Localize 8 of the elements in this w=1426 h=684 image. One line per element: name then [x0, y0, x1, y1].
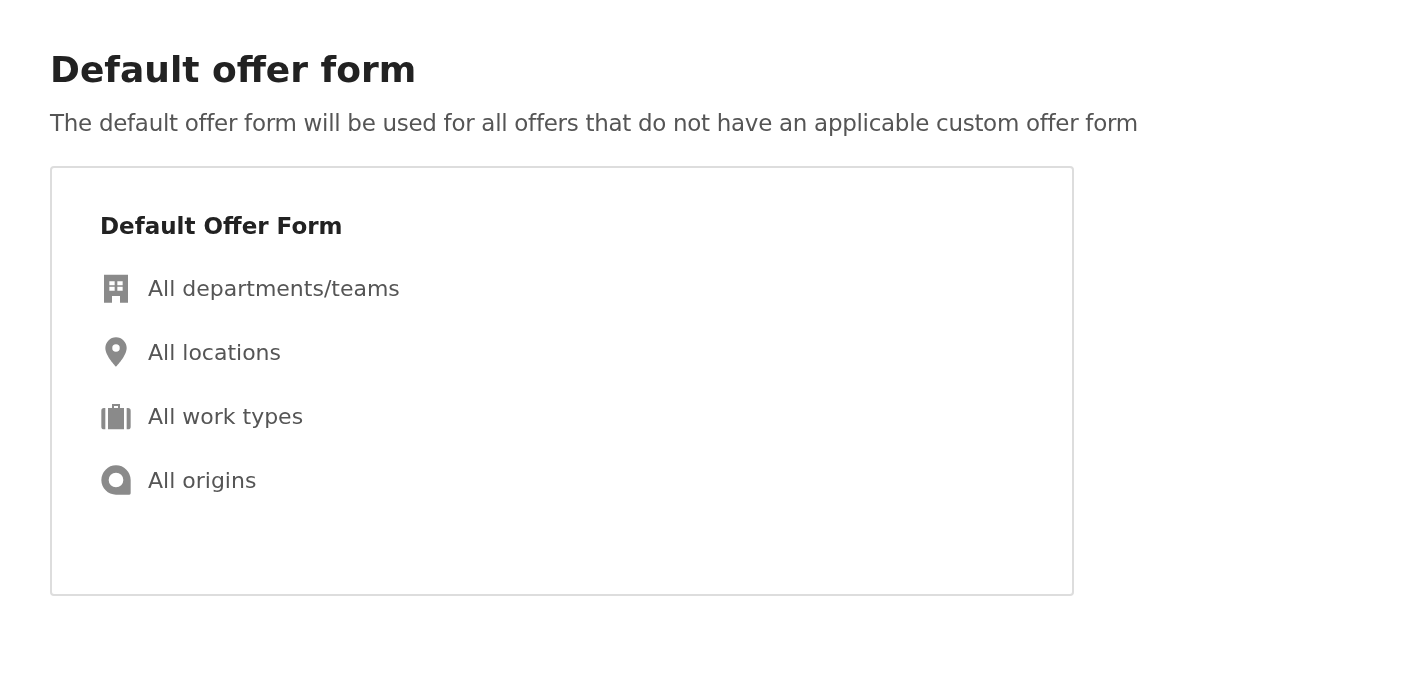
scope-label: All origins [148, 467, 257, 493]
page-title: Default offer form [50, 48, 417, 92]
page-description: The default offer form will be used for all offers that do not have an applicable custom offer form [50, 109, 1138, 138]
scope-label: All work types [148, 403, 304, 429]
speech-bubble-icon [100, 464, 132, 496]
scope-label: All departments/teams [148, 275, 400, 301]
card-title: Default Offer Form [100, 212, 343, 241]
scope-label: All locations [148, 339, 282, 365]
